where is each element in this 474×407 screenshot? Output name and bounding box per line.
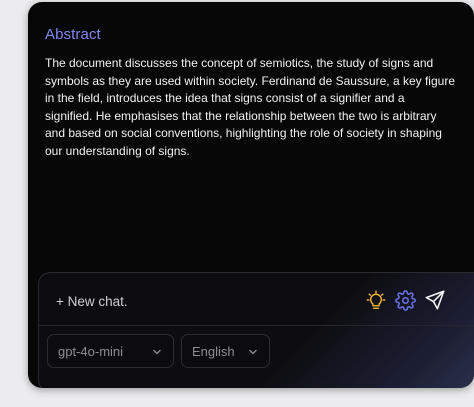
lightbulb-icon[interactable] bbox=[364, 288, 388, 312]
abstract-panel: Abstract The document discusses the conc… bbox=[28, 2, 474, 388]
chevron-down-icon bbox=[249, 349, 257, 355]
new-chat-input[interactable] bbox=[56, 291, 336, 311]
chat-composer: gpt-4o-mini English bbox=[38, 272, 474, 388]
send-icon[interactable] bbox=[423, 288, 447, 312]
language-select-value: English bbox=[192, 343, 235, 359]
chevron-down-icon bbox=[153, 349, 161, 355]
language-select[interactable]: English bbox=[181, 334, 270, 368]
abstract-body: The document discusses the concept of se… bbox=[45, 56, 455, 158]
model-select[interactable]: gpt-4o-mini bbox=[47, 334, 174, 368]
composer-divider bbox=[39, 325, 474, 326]
abstract-title: Abstract bbox=[45, 26, 101, 43]
gear-icon[interactable] bbox=[393, 288, 417, 312]
model-select-value: gpt-4o-mini bbox=[58, 343, 124, 359]
